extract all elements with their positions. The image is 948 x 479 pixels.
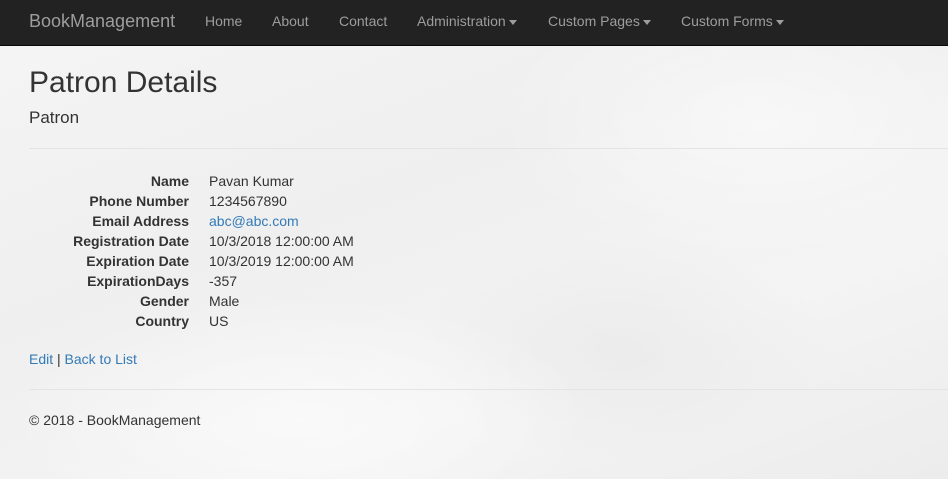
detail-label: Gender — [139, 293, 189, 309]
back-to-list-link[interactable]: Back to List — [65, 351, 137, 367]
nav-item-home[interactable]: Home — [205, 14, 242, 28]
detail-value: -357 — [209, 273, 238, 289]
action-links: Edit | Back to List — [29, 351, 137, 368]
brand-link[interactable]: BookManagement — [29, 12, 175, 30]
detail-label: Registration Date — [73, 233, 189, 249]
nav-item-administration-label: Administration — [417, 13, 506, 29]
footer-divider — [29, 389, 948, 390]
detail-row-expiration-days: ExpirationDays -357 — [29, 271, 529, 291]
detail-row-registration-date: Registration Date 10/3/2018 12:00:00 AM — [29, 231, 529, 251]
detail-row-name: Name Pavan Kumar — [29, 171, 529, 191]
edit-link[interactable]: Edit — [29, 351, 53, 367]
detail-row-gender: Gender Male — [29, 291, 529, 311]
nav-dropdown-administration[interactable]: Administration — [417, 14, 517, 28]
nav-item-custom-forms-label: Custom Forms — [681, 13, 773, 29]
detail-row-country: Country US — [29, 311, 529, 331]
detail-label: ExpirationDays — [87, 273, 189, 289]
detail-value: 10/3/2018 12:00:00 AM — [209, 233, 354, 249]
detail-value: 1234567890 — [209, 193, 287, 209]
page-title: Patron Details — [29, 66, 218, 99]
detail-label: Expiration Date — [86, 253, 189, 269]
patron-details-list: Name Pavan Kumar Phone Number 1234567890… — [29, 171, 529, 331]
detail-row-expiration-date: Expiration Date 10/3/2019 12:00:00 AM — [29, 251, 529, 271]
nav-dropdown-custom-forms[interactable]: Custom Forms — [681, 14, 784, 28]
nav-item-about[interactable]: About — [272, 14, 309, 28]
caret-down-icon — [642, 19, 651, 25]
top-navbar: BookManagement Home About Contact Admini… — [0, 0, 948, 46]
detail-value: Pavan Kumar — [209, 173, 294, 189]
nav-dropdown-custom-pages[interactable]: Custom Pages — [548, 14, 651, 28]
nav-item-contact[interactable]: Contact — [339, 14, 387, 28]
caret-down-icon — [775, 19, 784, 25]
link-separator: | — [57, 351, 61, 367]
nav-item-custom-pages-label: Custom Pages — [548, 13, 640, 29]
detail-row-email-address: Email Address abc@abc.com — [29, 211, 529, 231]
detail-row-phone-number: Phone Number 1234567890 — [29, 191, 529, 211]
detail-value: 10/3/2019 12:00:00 AM — [209, 253, 354, 269]
caret-down-icon — [508, 19, 517, 25]
detail-label: Country — [135, 313, 189, 329]
detail-label: Email Address — [92, 213, 189, 229]
detail-label: Phone Number — [89, 193, 189, 209]
page-subtitle: Patron — [29, 108, 80, 127]
detail-value: US — [209, 313, 229, 329]
footer-text: © 2018 - BookManagement — [29, 412, 201, 428]
detail-label: Name — [150, 173, 189, 189]
divider — [29, 148, 948, 149]
detail-value: Male — [209, 293, 240, 309]
email-link[interactable]: abc@abc.com — [209, 211, 299, 231]
